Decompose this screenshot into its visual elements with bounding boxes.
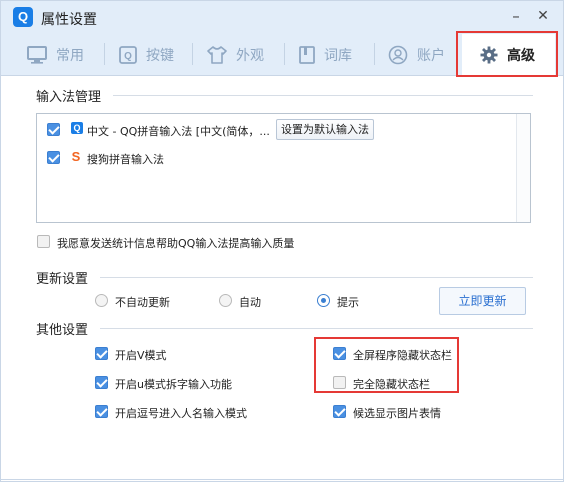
stats-checkbox-label: 我愿意发送统计信息帮助QQ输入法提高输入质量	[57, 237, 295, 250]
tab-dictionary[interactable]: 词库	[299, 34, 352, 76]
section-divider	[100, 328, 533, 329]
settings-window: Q 属性设置 – ✕ 常用 Q 按键 外观 词库 账户 高级 输入法管理 Q 中…	[0, 0, 564, 482]
update-option-radio[interactable]	[219, 294, 232, 307]
section-divider	[100, 277, 533, 278]
ime-item-label: 搜狗拼音输入法	[87, 153, 164, 166]
section-title-ime: 输入法管理	[36, 90, 102, 105]
user-icon	[388, 45, 408, 65]
other-setting-label: 开启V模式	[115, 349, 167, 362]
section-title-update: 更新设置	[36, 272, 89, 287]
title-bar[interactable]: Q 属性设置 – ✕	[1, 1, 563, 34]
other-setting-label: 候选显示图片表情	[353, 407, 441, 420]
highlight-box-advanced-tab	[456, 31, 558, 77]
ime-item-checkbox[interactable]	[47, 151, 60, 164]
tab-appearance[interactable]: 外观	[207, 34, 264, 76]
update-now-button[interactable]: 立即更新	[439, 287, 526, 315]
minimize-button[interactable]: –	[507, 6, 525, 26]
tab-divider	[192, 43, 193, 65]
tab-common[interactable]: 常用	[27, 34, 84, 76]
book-icon	[299, 46, 315, 64]
set-default-ime-button[interactable]: 设置为默认输入法	[276, 119, 374, 140]
section-divider	[113, 95, 533, 96]
other-setting-checkbox[interactable]	[333, 405, 346, 418]
update-option-radio[interactable]	[317, 294, 330, 307]
update-option-radio[interactable]	[95, 294, 108, 307]
tab-divider	[284, 43, 285, 65]
section-title-other: 其他设置	[36, 323, 89, 338]
tab-label: 常用	[56, 48, 84, 64]
tab-divider	[374, 43, 375, 65]
app-logo-icon: Q	[13, 7, 33, 27]
other-setting-checkbox[interactable]	[95, 376, 108, 389]
other-setting-label: 开启逗号进入人名输入模式	[115, 407, 247, 420]
sogou-icon: S	[71, 149, 81, 164]
qq-icon: Q	[71, 122, 83, 134]
tab-label: 外观	[236, 48, 264, 64]
update-option-label: 自动	[239, 296, 261, 309]
highlight-box-statusbar-options	[314, 337, 459, 393]
monitor-icon	[27, 46, 47, 64]
stats-checkbox[interactable]	[37, 235, 50, 248]
shirt-icon	[207, 46, 227, 64]
other-setting-label: 开启u模式拆字输入功能	[115, 378, 232, 391]
window-title: 属性设置	[41, 12, 97, 28]
other-setting-checkbox[interactable]	[95, 347, 108, 360]
update-option-label: 提示	[337, 296, 359, 309]
key-icon: Q	[119, 46, 137, 64]
close-button[interactable]: ✕	[534, 6, 552, 26]
tab-label: 按键	[146, 48, 174, 64]
bottom-divider	[1, 479, 563, 480]
ime-list-scrollbar[interactable]	[516, 114, 530, 222]
tab-label: 账户	[417, 48, 445, 64]
ime-item-checkbox[interactable]	[47, 123, 60, 136]
tab-divider	[104, 43, 105, 65]
tab-label: 词库	[324, 48, 352, 64]
tab-keys[interactable]: Q 按键	[119, 34, 174, 76]
ime-item-label: 中文 - QQ拼音输入法 [中文(简体，...	[87, 125, 270, 138]
tab-account[interactable]: 账户	[388, 34, 445, 76]
svg-text:Q: Q	[124, 51, 132, 62]
other-setting-checkbox[interactable]	[95, 405, 108, 418]
update-option-label: 不自动更新	[115, 296, 170, 309]
